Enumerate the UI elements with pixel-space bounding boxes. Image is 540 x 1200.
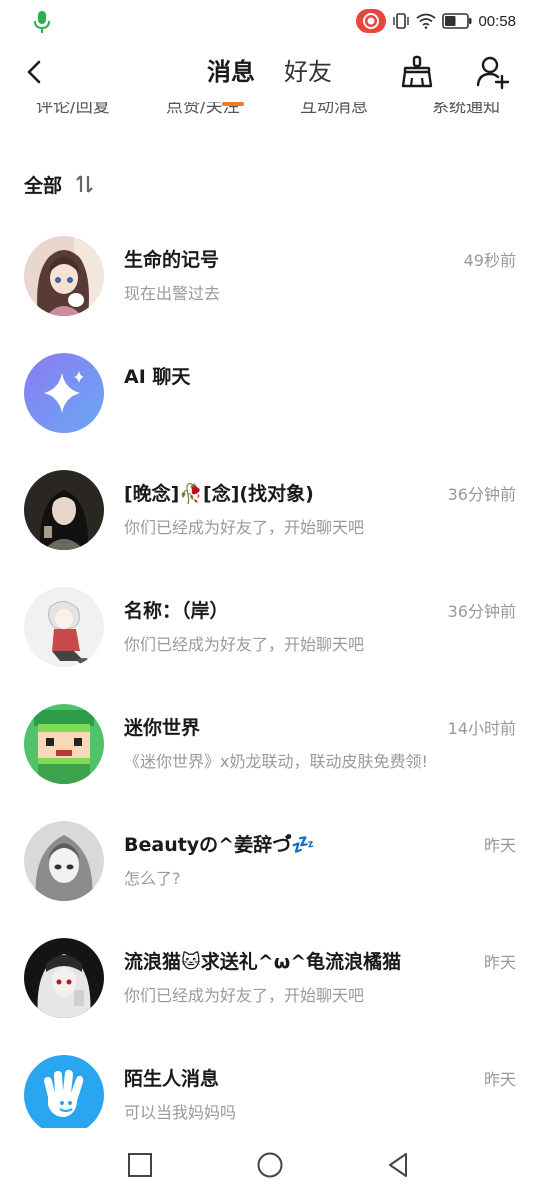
sort-icon[interactable] (74, 173, 96, 195)
conversation-preview: 可以当我妈妈吗 (124, 1103, 237, 1122)
avatar[interactable] (24, 470, 104, 550)
tab-friends[interactable]: 好友 (284, 56, 332, 88)
tab-messages[interactable]: 消息 (207, 56, 255, 88)
avatar[interactable] (24, 704, 104, 784)
waving-hand-icon (24, 1055, 104, 1135)
conversation-time: 昨天 (483, 1070, 516, 1089)
conversation-item[interactable]: 名称：（岸） 36分钟前 你们已经成为好友了，开始聊天吧 (0, 577, 540, 694)
filter-row[interactable]: 全部 (24, 170, 96, 198)
conversation-name: 流浪猫🐱求送礼^ω^龟流浪橘猫 (124, 951, 402, 973)
back-arrow-icon[interactable] (20, 56, 50, 88)
filter-all-label[interactable]: 全部 (24, 171, 62, 198)
conversation-name: 名称：（岸） (124, 600, 229, 622)
conversation-time: 14小时前 (447, 719, 516, 738)
conversation-item[interactable]: Beautyの^姜辞づ゚💤 昨天 怎么了? (0, 811, 540, 928)
conversation-item[interactable]: 生命的记号 49秒前 现在出警过去 (0, 226, 540, 343)
avatar[interactable] (24, 236, 104, 316)
screen-record-icon[interactable] (356, 9, 387, 33)
conversation-time: 36分钟前 (447, 602, 516, 621)
conversation-preview: 《迷你世界》x奶龙联动，联动皮肤免费领! (124, 752, 428, 771)
back-icon[interactable] (384, 1150, 414, 1180)
recent-apps-icon[interactable] (125, 1150, 155, 1180)
conversation-name: 生命的记号 (124, 249, 220, 271)
status-time: 00:58 (478, 12, 516, 30)
status-icons: 00:58 (356, 9, 516, 33)
system-nav-bar (0, 1128, 540, 1200)
status-bar: 00:58 (0, 0, 540, 42)
avatar[interactable] (24, 938, 104, 1018)
conversation-name: 陌生人消息 (124, 1068, 220, 1090)
category-active-indicator (222, 102, 244, 106)
header: 消息 好友 (0, 42, 540, 102)
vibrate-icon (393, 13, 410, 29)
avatar[interactable] (24, 821, 104, 901)
mic-icon (34, 11, 50, 33)
conversation-preview: 你们已经成为好友了，开始聊天吧 (124, 986, 365, 1005)
conversation-time: 昨天 (483, 953, 516, 972)
conversation-preview: 你们已经成为好友了，开始聊天吧 (124, 518, 365, 537)
conversation-item[interactable]: [晚念]🥀[念](找对象) 36分钟前 你们已经成为好友了，开始聊天吧 (0, 460, 540, 577)
category-interactions[interactable]: 互动消息 (300, 102, 368, 117)
conversation-name: AI 聊天 (124, 366, 191, 388)
avatar[interactable] (24, 587, 104, 667)
broom-icon[interactable] (399, 54, 435, 90)
category-system[interactable]: 系统通知 (432, 102, 500, 117)
category-strip: 评论/回复 点赞/关注 互动消息 系统通知 (0, 102, 540, 120)
conversation-time: 36分钟前 (447, 485, 516, 504)
category-comments[interactable]: 评论/回复 (36, 102, 110, 117)
conversation-item[interactable]: 流浪猫🐱求送礼^ω^龟流浪橘猫 昨天 你们已经成为好友了，开始聊天吧 (0, 928, 540, 1045)
conversation-name: Beautyの^姜辞づ゚💤 (124, 834, 315, 856)
strangers-avatar[interactable] (24, 1055, 104, 1135)
ai-chat-avatar[interactable] (24, 353, 104, 433)
wifi-icon (416, 13, 437, 29)
conversation-time: 昨天 (483, 836, 516, 855)
sparkle-icon (24, 353, 104, 433)
conversation-item-ai-chat[interactable]: AI 聊天 (0, 343, 540, 460)
conversation-time: 49秒前 (463, 251, 516, 270)
conversation-preview: 你们已经成为好友了，开始聊天吧 (124, 635, 365, 654)
conversation-item[interactable]: 迷你世界 14小时前 《迷你世界》x奶龙联动，联动皮肤免费领! (0, 694, 540, 811)
conversation-preview: 现在出警过去 (124, 284, 221, 303)
conversation-name: [晚念]🥀[念](找对象) (124, 483, 314, 505)
conversation-preview: 怎么了? (124, 869, 181, 888)
conversation-name: 迷你世界 (124, 717, 201, 739)
battery-icon (442, 13, 472, 29)
conversation-list: 生命的记号 49秒前 现在出警过去 AI 聊天 [晚念]🥀[念](找对象) 36… (0, 226, 540, 1162)
home-icon[interactable] (255, 1150, 285, 1180)
add-friend-icon[interactable] (474, 54, 510, 90)
